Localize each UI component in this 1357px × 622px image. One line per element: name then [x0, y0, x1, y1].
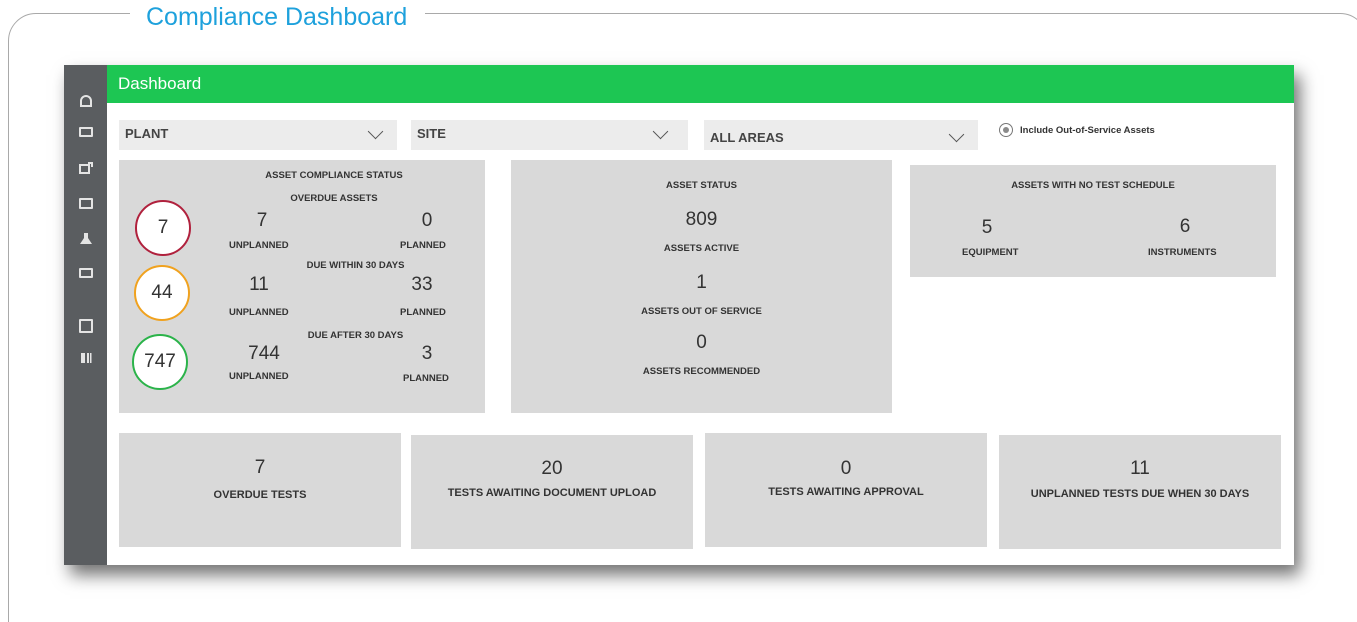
plant-dropdown-label: PLANT [125, 126, 169, 141]
stat-value: 7 [254, 457, 266, 478]
stat-label: UNPLANNED TESTS DUE WHEN 30 DAYS [1030, 488, 1250, 500]
home-icon[interactable] [79, 95, 93, 107]
area-dropdown[interactable]: ALL AREAS [704, 120, 978, 150]
compliance-title: ASSET COMPLIANCE STATUS [265, 170, 403, 181]
due30-unplanned-label: UNPLANNED [229, 307, 289, 318]
chevron-down-icon [652, 123, 669, 140]
document-icon[interactable] [79, 319, 93, 333]
sidebar [64, 65, 107, 565]
stat-unplanned-due[interactable]: 11 UNPLANNED TESTS DUE WHEN 30 DAYS [999, 435, 1281, 549]
stat-value: 20 [541, 458, 563, 479]
page-title: Compliance Dashboard [130, 2, 426, 32]
due-after-unplanned-label: UNPLANNED [229, 371, 289, 382]
due-after-total-circle[interactable]: 747 [132, 334, 188, 390]
lab-flask-icon[interactable] [79, 233, 93, 245]
assets-oos-value: 1 [696, 272, 707, 293]
stat-label: TESTS AWAITING DOCUMENT UPLOAD [447, 487, 657, 499]
stat-value: 0 [840, 458, 852, 479]
instruments-label: INSTRUMENTS [1148, 247, 1217, 258]
assets-active-value: 809 [685, 209, 718, 230]
overdue-heading: OVERDUE ASSETS [290, 193, 378, 204]
radio-selected-dot [1003, 127, 1009, 133]
asset-status-panel: ASSET STATUS 809 ASSETS ACTIVE 1 ASSETS … [511, 160, 892, 413]
include-oos-radio[interactable] [999, 123, 1013, 137]
overdue-total-circle[interactable]: 7 [135, 200, 191, 256]
overdue-unplanned-value: 7 [256, 210, 268, 231]
due-after-planned-label: PLANNED [403, 373, 449, 384]
app-window: Dashboard PLANT SITE ALL AREAS Include O… [64, 65, 1294, 565]
site-dropdown[interactable]: SITE [411, 120, 688, 150]
equipment-label: EQUIPMENT [962, 247, 1019, 258]
stat-label: TESTS AWAITING APPROVAL [768, 486, 924, 498]
edit-icon[interactable] [79, 162, 93, 174]
site-dropdown-label: SITE [417, 126, 446, 141]
stat-awaiting-approval[interactable]: 0 TESTS AWAITING APPROVAL [705, 433, 987, 547]
overdue-planned-value: 0 [421, 210, 433, 231]
include-oos-label: Include Out-of-Service Assets [1020, 124, 1155, 136]
plant-dropdown[interactable]: PLANT [119, 120, 397, 150]
overdue-planned-label: PLANNED [400, 240, 446, 251]
due-after-planned-value: 3 [421, 343, 433, 364]
due30-unplanned-value: 11 [249, 274, 269, 295]
due30-planned-label: PLANNED [400, 307, 446, 318]
equipment-value: 5 [981, 217, 993, 238]
library-icon[interactable] [79, 352, 93, 364]
monitor-icon[interactable] [79, 268, 93, 278]
assets-oos-label: ASSETS OUT OF SERVICE [641, 306, 762, 317]
chevron-down-icon [948, 126, 965, 143]
assets-active-label: ASSETS ACTIVE [663, 243, 740, 254]
folder-icon[interactable] [79, 127, 93, 137]
overdue-unplanned-label: UNPLANNED [229, 240, 289, 251]
assets-recommended-label: ASSETS RECOMMENDED [642, 366, 761, 377]
instruments-value: 6 [1179, 216, 1191, 237]
topbar: Dashboard [107, 65, 1294, 103]
no-schedule-title: ASSETS WITH NO TEST SCHEDULE [1011, 180, 1175, 191]
calendar-icon[interactable] [79, 198, 93, 209]
stat-label: OVERDUE TESTS [213, 489, 307, 501]
due30-planned-value: 33 [411, 274, 433, 295]
chevron-down-icon [367, 123, 384, 140]
no-schedule-panel: ASSETS WITH NO TEST SCHEDULE 5 6 EQUIPME… [910, 165, 1276, 277]
due30-total-circle[interactable]: 44 [134, 265, 190, 321]
include-oos-option[interactable]: Include Out-of-Service Assets [999, 123, 1155, 137]
due-after-unplanned-value: 744 [248, 343, 280, 364]
compliance-panel: ASSET COMPLIANCE STATUS OVERDUE ASSETS 7… [119, 160, 485, 413]
asset-status-title: ASSET STATUS [666, 180, 737, 191]
assets-recommended-value: 0 [696, 332, 707, 353]
stat-awaiting-upload[interactable]: 20 TESTS AWAITING DOCUMENT UPLOAD [411, 435, 693, 549]
stat-value: 11 [1130, 458, 1150, 479]
area-dropdown-label: ALL AREAS [710, 130, 784, 145]
stat-overdue-tests[interactable]: 7 OVERDUE TESTS [119, 433, 401, 547]
